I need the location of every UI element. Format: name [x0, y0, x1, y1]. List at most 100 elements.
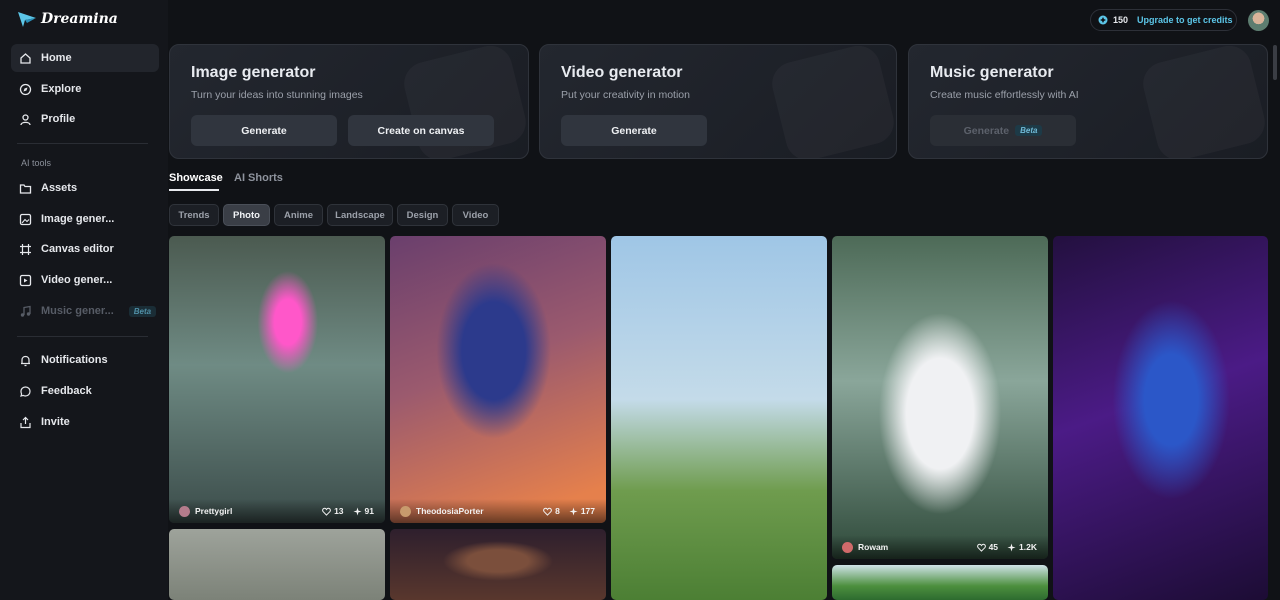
gallery-card[interactable] — [390, 529, 606, 600]
ai-tools-label: AI tools — [21, 158, 52, 168]
sidebar-item-image-generator[interactable]: Image gener... — [11, 205, 159, 233]
share-icon — [18, 415, 32, 429]
filter-design[interactable]: Design — [397, 204, 448, 226]
gallery-card[interactable]: TheodosiaPorter 8 177 — [390, 236, 606, 523]
beta-badge: Beta — [1015, 125, 1043, 136]
sidebar-item-assets[interactable]: Assets — [11, 174, 159, 202]
tab-showcase[interactable]: Showcase — [169, 172, 223, 184]
music-generate-button[interactable]: Generate Beta — [930, 115, 1076, 146]
card-title: Music generator — [930, 64, 1054, 81]
sidebar-item-label: Video gener... — [41, 274, 113, 286]
sidebar-item-label: Canvas editor — [41, 243, 114, 255]
gallery-card[interactable]: Prettygirl 13 91 — [169, 236, 385, 523]
credits-count: 150 — [1113, 15, 1129, 25]
likes-stat[interactable]: 45 — [976, 542, 998, 552]
video-generate-button[interactable]: Generate — [561, 115, 707, 146]
uses-count: 91 — [364, 506, 374, 516]
sidebar-item-explore[interactable]: Explore — [11, 75, 159, 103]
image-generator-card: Image generator Turn your ideas into stu… — [169, 44, 529, 159]
sidebar-item-feedback[interactable]: Feedback — [11, 377, 159, 405]
uses-count: 177 — [580, 506, 595, 516]
filter-video[interactable]: Video — [452, 204, 499, 226]
compass-icon — [18, 82, 32, 96]
filter-photo[interactable]: Photo — [223, 204, 270, 226]
logo[interactable]: Dreamina — [17, 8, 118, 30]
user-avatar — [179, 505, 190, 517]
sidebar-item-music-generator[interactable]: Music gener... Beta — [11, 297, 159, 325]
card-footer: Prettygirl 13 91 — [169, 499, 385, 523]
sparkle-icon — [569, 506, 578, 516]
sidebar-item-label: Invite — [41, 416, 70, 428]
card-username[interactable]: TheodosiaPorter — [416, 506, 534, 516]
sidebar-item-profile[interactable]: Profile — [11, 105, 159, 133]
card-subtitle: Create music effortlessly with AI — [930, 89, 1079, 101]
sidebar-item-label: Music gener... — [41, 305, 114, 317]
card-username[interactable]: Rowam — [858, 542, 968, 552]
uses-count: 1.2K — [1019, 542, 1037, 552]
home-icon — [18, 51, 32, 65]
sidebar-item-label: Profile — [41, 113, 76, 125]
sidebar: Dreamina Home Explore Profile AI tools A… — [0, 0, 168, 600]
sidebar-item-label: Image gener... — [41, 213, 115, 225]
music-generator-card: Music generator Create music effortlessl… — [908, 44, 1268, 159]
chat-icon — [18, 384, 32, 398]
user-avatar — [400, 505, 411, 517]
tab-underline — [169, 189, 219, 191]
sparkle-icon — [352, 506, 362, 516]
image-icon — [18, 212, 32, 226]
dreamina-logo-icon — [18, 12, 36, 27]
decorative-shape — [1139, 45, 1267, 158]
create-on-canvas-button[interactable]: Create on canvas — [348, 115, 494, 146]
gallery-card[interactable] — [832, 565, 1048, 600]
tab-ai-shorts[interactable]: AI Shorts — [234, 172, 283, 184]
likes-count: 8 — [555, 506, 560, 516]
sidebar-item-label: Explore — [41, 83, 82, 95]
heart-icon — [322, 507, 331, 516]
decorative-shape — [768, 45, 896, 158]
likes-stat[interactable]: 13 — [322, 506, 344, 516]
filter-trends[interactable]: Trends — [169, 204, 219, 226]
heart-icon — [543, 507, 552, 516]
user-avatar — [842, 541, 853, 553]
credits-icon — [1098, 15, 1108, 25]
beta-badge: Beta — [128, 305, 157, 317]
card-footer: Rowam 45 1.2K — [832, 535, 1048, 559]
gallery-card[interactable] — [169, 529, 385, 600]
divider — [17, 336, 148, 337]
card-subtitle: Turn your ideas into stunning images — [191, 89, 363, 101]
app-name: Dreamina — [41, 11, 118, 27]
gallery-card[interactable]: Rowam 45 1.2K — [832, 236, 1048, 559]
card-username[interactable]: Prettygirl — [195, 506, 313, 516]
uses-stat: 91 — [352, 506, 374, 516]
canvas-icon — [18, 242, 32, 256]
sidebar-item-label: Feedback — [41, 385, 92, 397]
sidebar-item-label: Assets — [41, 182, 78, 194]
sidebar-item-canvas-editor[interactable]: Canvas editor — [11, 235, 159, 263]
credits-badge[interactable]: 150 Upgrade to get credits — [1090, 9, 1237, 31]
uses-stat: 1.2K — [1007, 542, 1037, 552]
scrollbar[interactable] — [1273, 45, 1277, 80]
gallery-card[interactable] — [1053, 236, 1268, 600]
sidebar-item-video-generator[interactable]: Video gener... — [11, 266, 159, 294]
card-title: Image generator — [191, 64, 316, 81]
image-generate-button[interactable]: Generate — [191, 115, 337, 146]
likes-count: 13 — [334, 506, 344, 516]
sidebar-item-invite[interactable]: Invite — [11, 408, 159, 436]
sidebar-item-notifications[interactable]: Notifications — [11, 346, 159, 374]
upgrade-link[interactable]: Upgrade to get credits — [1137, 15, 1233, 25]
card-title: Video generator — [561, 64, 683, 81]
sparkle-icon — [1007, 542, 1016, 552]
likes-stat[interactable]: 8 — [543, 506, 560, 516]
sidebar-item-home[interactable]: Home — [11, 44, 159, 72]
music-icon — [18, 304, 32, 318]
filter-landscape[interactable]: Landscape — [327, 204, 393, 226]
gallery-card[interactable] — [611, 236, 827, 600]
video-generator-card: Video generator Put your creativity in m… — [539, 44, 897, 159]
card-subtitle: Put your creativity in motion — [561, 89, 690, 101]
uses-stat: 177 — [569, 506, 595, 516]
sidebar-item-label: Notifications — [41, 354, 108, 366]
bell-icon — [18, 353, 32, 367]
filter-anime[interactable]: Anime — [274, 204, 323, 226]
avatar[interactable] — [1248, 10, 1269, 31]
sidebar-item-label: Home — [41, 52, 72, 64]
